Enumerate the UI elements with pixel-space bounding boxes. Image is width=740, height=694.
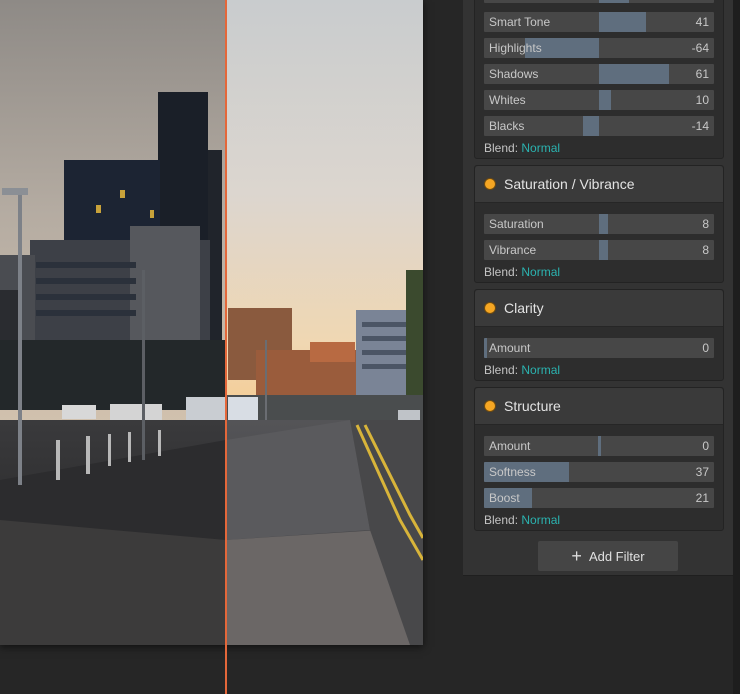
section-title: Structure <box>504 398 561 414</box>
shadows-slider[interactable]: Shadows 61 <box>484 64 714 84</box>
slider-value: 8 <box>702 217 709 231</box>
contrast-slider-partial[interactable] <box>484 0 714 3</box>
slider-label: Amount <box>489 439 531 453</box>
add-filter-label: Add Filter <box>588 548 645 564</box>
slider-label: Highlights <box>489 41 542 55</box>
filter-enabled-toggle[interactable] <box>485 401 495 411</box>
blend-label: Blend: <box>484 513 519 527</box>
slider-fill <box>598 436 601 456</box>
filter-enabled-toggle[interactable] <box>485 303 495 313</box>
smart-tone-slider[interactable]: Smart Tone 41 <box>484 12 714 32</box>
section-header[interactable]: Structure <box>475 388 723 425</box>
blend-label: Blend: <box>484 141 519 155</box>
blend-mode-dropdown[interactable]: Normal <box>521 265 560 279</box>
slider-label: Whites <box>489 93 526 107</box>
slider-value: 61 <box>695 67 709 81</box>
tone-filter-section: Smart Tone 41 Highlights -64 Shadows 61 … <box>474 0 724 159</box>
slider-fill <box>582 116 599 136</box>
blend-mode-dropdown[interactable]: Normal <box>521 363 560 377</box>
structure-amount-slider[interactable]: Amount 0 <box>484 436 714 456</box>
slider-value: 37 <box>695 465 709 479</box>
blend-mode-control: Blend: Normal <box>484 141 560 155</box>
slider-fill <box>599 240 609 260</box>
blend-mode-dropdown[interactable]: Normal <box>521 141 560 155</box>
slider-fill <box>599 90 611 110</box>
slider-fill <box>599 214 609 234</box>
slider-label: Shadows <box>489 67 539 81</box>
vibrance-slider[interactable]: Vibrance 8 <box>484 240 714 260</box>
clarity-amount-slider[interactable]: Amount 0 <box>484 338 714 358</box>
slider-fill <box>599 12 647 32</box>
softness-slider[interactable]: Softness 37 <box>484 462 714 482</box>
slider-fill <box>484 338 487 358</box>
slider-value: 0 <box>702 439 709 453</box>
blend-mode-control: Blend: Normal <box>484 265 560 279</box>
blend-label: Blend: <box>484 265 519 279</box>
blacks-slider[interactable]: Blacks -14 <box>484 116 714 136</box>
blend-mode-control: Blend: Normal <box>484 513 560 527</box>
panel-scroll-gutter <box>733 0 740 694</box>
slider-label: Softness <box>489 465 536 479</box>
slider-label: Vibrance <box>489 243 537 257</box>
boost-slider[interactable]: Boost 21 <box>484 488 714 508</box>
plus-icon: + <box>571 546 582 566</box>
slider-label: Smart Tone <box>489 15 551 29</box>
image-canvas[interactable] <box>0 0 463 694</box>
blend-label: Blend: <box>484 363 519 377</box>
saturation-slider[interactable]: Saturation 8 <box>484 214 714 234</box>
slider-label: Amount <box>489 341 531 355</box>
highlights-slider[interactable]: Highlights -64 <box>484 38 714 58</box>
slider-label: Saturation <box>489 217 544 231</box>
clarity-section: Clarity Amount 0 Blend: Normal <box>474 289 724 381</box>
filter-enabled-toggle[interactable] <box>485 179 495 189</box>
section-header[interactable]: Saturation / Vibrance <box>475 166 723 203</box>
slider-value: 8 <box>702 243 709 257</box>
slider-value: 41 <box>695 15 709 29</box>
slider-value: 10 <box>695 93 709 107</box>
filter-panel: Smart Tone 41 Highlights -64 Shadows 61 … <box>463 0 733 576</box>
saturation-vibrance-section: Saturation / Vibrance Saturation 8 Vibra… <box>474 165 724 283</box>
slider-label: Blacks <box>489 119 525 133</box>
whites-slider[interactable]: Whites 10 <box>484 90 714 110</box>
slider-value: 21 <box>695 491 709 505</box>
slider-label: Boost <box>489 491 520 505</box>
slider-fill <box>599 64 670 84</box>
add-filter-button[interactable]: + Add Filter <box>538 541 678 571</box>
section-title: Clarity <box>504 300 544 316</box>
photo-preview[interactable] <box>0 0 423 645</box>
blend-mode-dropdown[interactable]: Normal <box>521 513 560 527</box>
structure-section: Structure Amount 0 Softness 37 Boost 21 … <box>474 387 724 531</box>
slider-value: 0 <box>702 341 709 355</box>
blend-mode-control: Blend: Normal <box>484 363 560 377</box>
section-title: Saturation / Vibrance <box>504 176 635 192</box>
before-after-split-handle[interactable] <box>225 0 227 694</box>
panel-empty-area <box>463 576 733 694</box>
slider-value: -14 <box>691 119 709 133</box>
section-header[interactable]: Clarity <box>475 290 723 327</box>
slider-value: -64 <box>691 41 709 55</box>
